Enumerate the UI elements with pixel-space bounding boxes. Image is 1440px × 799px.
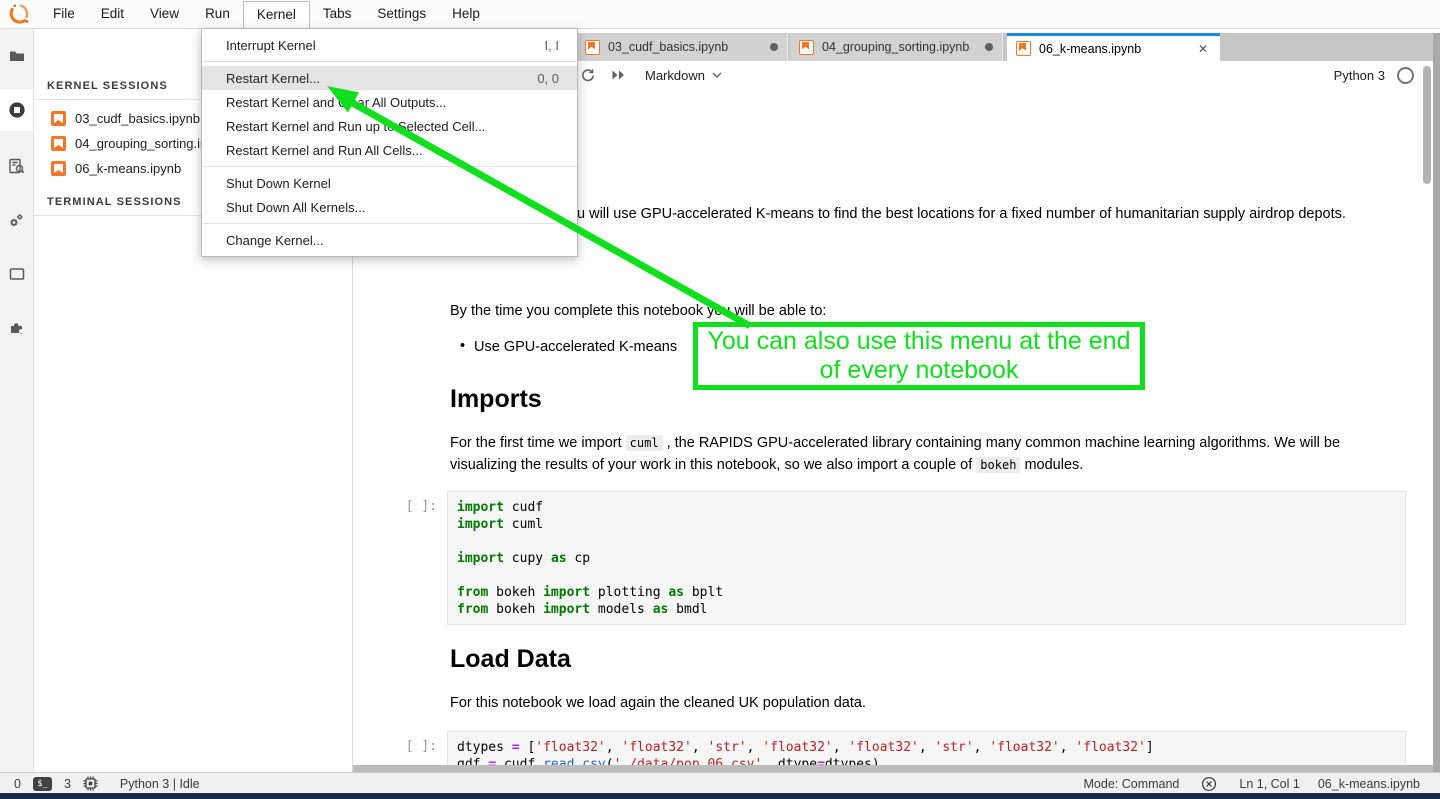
statusbar-filename: 06_k-means.ipynb xyxy=(1318,777,1420,791)
cell-prompt: [ ]: xyxy=(355,499,437,514)
command-mode-indicator[interactable]: Mode: Command xyxy=(1084,777,1180,791)
notebook-file-icon xyxy=(51,161,66,176)
app-logo-icon xyxy=(8,3,30,25)
terminal-icon[interactable]: $_ xyxy=(33,777,52,791)
annotation-line: You can also use this menu at the end xyxy=(708,327,1131,356)
notebook-tab-icon xyxy=(799,40,814,55)
tab-label: 03_cudf_basics.ipynb xyxy=(608,40,728,54)
kernel-session-label: 06_k-means.ipynb xyxy=(75,161,181,176)
vertical-scrollbar-thumb[interactable] xyxy=(1423,66,1431,184)
kernel-name[interactable]: Python 3 xyxy=(1334,68,1385,83)
markdown-paragraph: By the time you complete this notebook y… xyxy=(450,300,1350,322)
open-tabs-icon[interactable] xyxy=(0,253,33,295)
load-data-heading: Load Data xyxy=(450,645,571,673)
annotation-callout-box: You can also use this menu at the end of… xyxy=(693,322,1145,390)
run-all-cells-icon[interactable] xyxy=(611,69,626,81)
markdown-paragraph: For the first time we import cuml , the … xyxy=(450,432,1352,476)
menu-view[interactable]: View xyxy=(137,0,192,28)
close-tab-icon[interactable]: ✕ xyxy=(1195,42,1211,56)
unsaved-dot-icon xyxy=(770,43,778,51)
file-browser-icon[interactable] xyxy=(0,35,33,77)
jupyterlab-window: File Edit View Run Kernel Tabs Settings … xyxy=(0,0,1440,799)
restart-kernel-icon[interactable] xyxy=(580,68,595,83)
markdown-paragraph: For this notebook we load again the clea… xyxy=(450,692,1350,714)
unsaved-dot-icon xyxy=(985,43,993,51)
menu-item-restart-run-to-selected[interactable]: Restart Kernel and Run up to Selected Ce… xyxy=(202,114,577,138)
shortcut: 0, 0 xyxy=(537,71,559,86)
menu-item-change-kernel[interactable]: Change Kernel... xyxy=(202,228,577,252)
menu-item-restart-kernel[interactable]: Restart Kernel... 0, 0 xyxy=(202,66,577,90)
code-cell-imports[interactable]: import cudfimport cuml import cupy as cp… xyxy=(447,491,1406,625)
menu-kernel[interactable]: Kernel xyxy=(243,1,310,28)
tab-label: 06_k-means.ipynb xyxy=(1039,42,1141,56)
imports-heading: Imports xyxy=(450,385,542,413)
cell-type-dropdown[interactable]: Markdown xyxy=(645,68,722,83)
kernel-status-icon[interactable] xyxy=(1397,67,1414,84)
menu-edit[interactable]: Edit xyxy=(88,0,137,28)
cell-type-value: Markdown xyxy=(645,68,705,83)
menu-item-shutdown-kernel[interactable]: Shut Down Kernel xyxy=(202,171,577,195)
property-inspector-icon[interactable] xyxy=(0,199,33,241)
menu-item-interrupt-kernel[interactable]: Interrupt Kernel I, I xyxy=(202,33,577,57)
kernel-session-label: 03_cudf_basics.ipynb xyxy=(75,111,200,126)
extension-manager-icon[interactable] xyxy=(0,307,33,349)
chevron-down-icon xyxy=(712,72,722,78)
content-bottom-edge xyxy=(352,765,1433,772)
kernel-menu-dropdown: Interrupt Kernel I, I Restart Kernel... … xyxy=(201,28,578,257)
kernel-status-text[interactable]: Python 3 | Idle xyxy=(120,777,200,791)
cell-prompt: [ ]: xyxy=(355,739,437,754)
menu-divider xyxy=(202,223,577,224)
notebook-tab-icon xyxy=(1016,41,1031,56)
menu-settings[interactable]: Settings xyxy=(364,0,439,28)
menu-file[interactable]: File xyxy=(40,0,88,28)
notebook-file-icon xyxy=(51,111,66,126)
background-window-strip xyxy=(0,793,1440,799)
menu-divider xyxy=(202,61,577,62)
notebook-tab-icon xyxy=(585,40,600,55)
status-bar: 0 $_ 3 Python 3 | Idle Mode: Command Ln … xyxy=(0,772,1440,794)
tab-label: 04_grouping_sorting.ipynb xyxy=(822,40,969,54)
kernel-chip-icon[interactable] xyxy=(83,776,98,791)
tab-03-cudf-basics[interactable]: 03_cudf_basics.ipynb xyxy=(576,33,788,61)
menu-help[interactable]: Help xyxy=(439,0,493,28)
shortcut: I, I xyxy=(545,38,559,53)
annotation-line: of every notebook xyxy=(820,356,1019,385)
tab-04-grouping-sorting[interactable]: 04_grouping_sorting.ipynb xyxy=(790,33,1003,61)
menu-item-restart-clear-outputs[interactable]: Restart Kernel and Clear All Outputs... xyxy=(202,90,577,114)
markdown-paragraph: u will use GPU-accelerated K-means to fi… xyxy=(577,203,1437,225)
window-right-edge xyxy=(1433,33,1440,772)
tab-06-k-means[interactable]: 06_k-means.ipynb ✕ xyxy=(1007,33,1220,61)
cursor-position[interactable]: Ln 1, Col 1 xyxy=(1239,777,1299,791)
menu-divider xyxy=(202,166,577,167)
activity-bar xyxy=(0,29,34,793)
menu-item-shutdown-all-kernels[interactable]: Shut Down All Kernels... xyxy=(202,195,577,219)
command-palette-icon[interactable] xyxy=(0,145,33,187)
markdown-bullet: • Use GPU-accelerated K-means xyxy=(474,336,677,358)
menubar: File Edit View Run Kernel Tabs Settings … xyxy=(0,0,1440,29)
menu-item-restart-run-all[interactable]: Restart Kernel and Run All Cells... xyxy=(202,138,577,162)
kernels-count[interactable]: 3 xyxy=(64,777,71,791)
menu-tabs[interactable]: Tabs xyxy=(310,0,365,28)
running-sessions-icon[interactable] xyxy=(0,89,33,131)
menu-run[interactable]: Run xyxy=(192,0,243,28)
terminals-count[interactable]: 0 xyxy=(14,777,21,791)
notebook-file-icon xyxy=(51,136,66,151)
trust-shield-icon[interactable] xyxy=(1201,776,1217,792)
